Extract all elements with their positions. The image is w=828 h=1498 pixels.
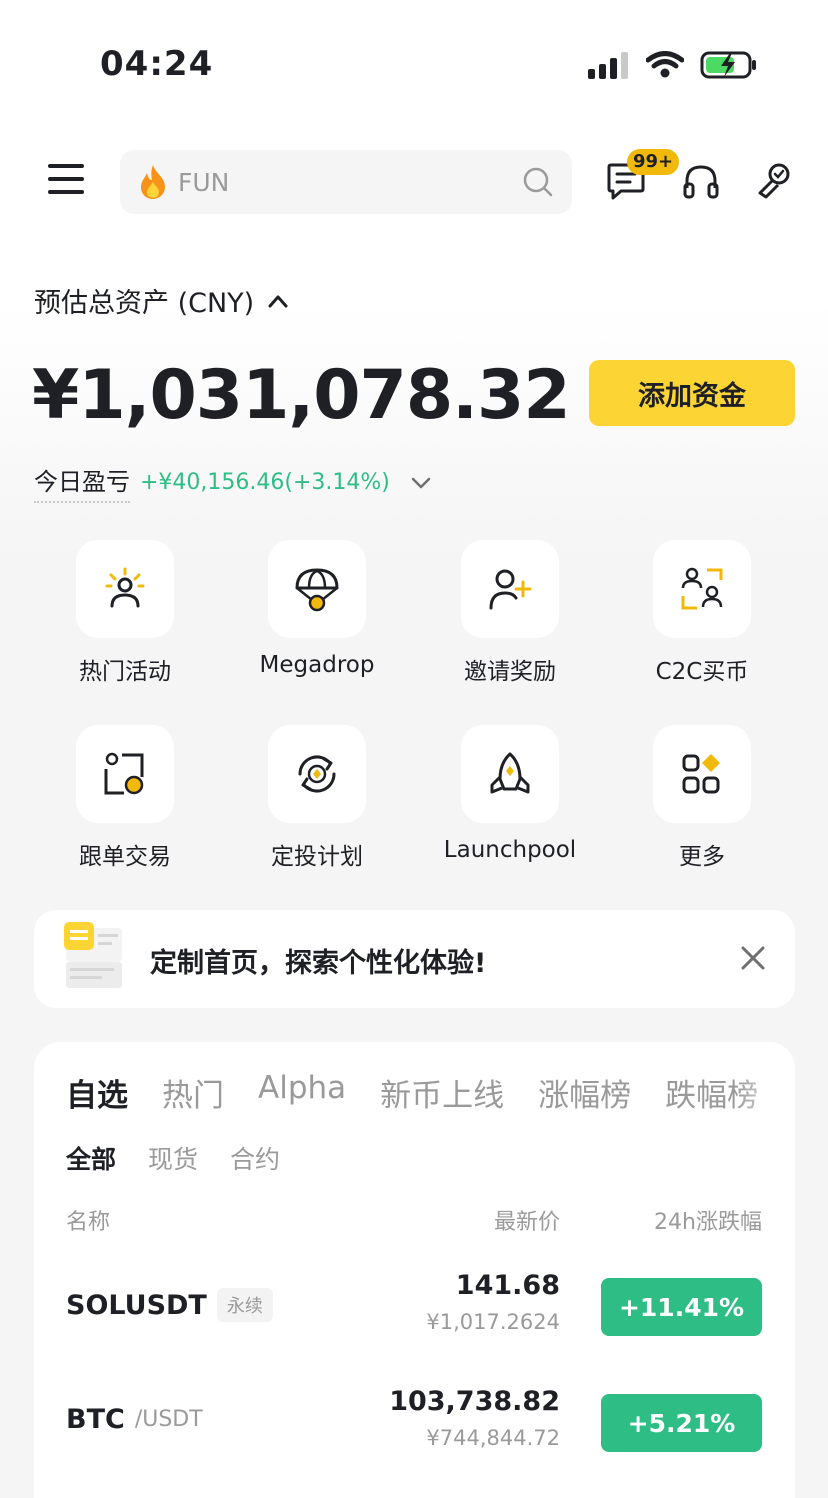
market-row[interactable]: BTC /USDT 103,738.82 ¥744,844.72 +5.21% — [34, 1386, 795, 1486]
wifi-icon — [646, 51, 684, 78]
perpetual-tag: 永续 — [216, 1288, 273, 1322]
shortcut-label: Launchpool — [443, 837, 577, 863]
status-icons — [588, 50, 758, 80]
copy-trade-icon — [104, 752, 144, 795]
chevron-up-icon[interactable] — [268, 294, 288, 308]
c2c-icon — [681, 567, 723, 610]
symbol-name: SOLUSDT — [66, 1289, 207, 1321]
battery-charging-icon — [700, 51, 756, 79]
estimated-assets-label[interactable]: 预估总资产 (CNY) — [34, 281, 288, 320]
last-price: 141.68 — [455, 1270, 560, 1301]
shortcut-megadrop[interactable]: Megadrop — [227, 540, 407, 678]
search-bar[interactable]: FUN — [120, 150, 572, 214]
parachute-icon — [295, 568, 339, 612]
add-funds-button[interactable]: 添加资金 — [589, 360, 795, 426]
column-header-name[interactable]: 名称 — [66, 1204, 110, 1236]
quote-suffix: /USDT — [134, 1407, 203, 1432]
subtab-futures[interactable]: 合约 — [230, 1140, 280, 1176]
last-price: 103,738.82 — [389, 1386, 560, 1417]
hot-activity-icon — [105, 567, 145, 608]
shortcut-label: 热门活动 — [79, 659, 171, 685]
message-badge: 99+ — [627, 149, 680, 175]
pnl-label: 今日盈亏 — [34, 462, 130, 503]
market-sub-tabs: 全部 现货 合约 — [66, 1140, 280, 1176]
shortcut-invite[interactable]: 邀请奖励 — [420, 540, 600, 686]
market-row[interactable]: SOLUSDT 永续 141.68 ¥1,017.2624 +11.41% — [34, 1270, 795, 1370]
tab-hot[interactable]: 热门 — [162, 1070, 224, 1115]
close-icon[interactable] — [740, 945, 766, 971]
shortcut-hot-activity[interactable]: 热门活动 — [35, 540, 215, 686]
shortcut-label: 更多 — [679, 844, 725, 870]
last-price-cny: ¥744,844.72 — [426, 1426, 560, 1450]
shortcut-recurring-buy[interactable]: 定投计划 — [227, 725, 407, 871]
shortcut-c2c[interactable]: C2C买币 — [612, 540, 792, 686]
total-assets-value: ¥1,031,078.32 — [32, 356, 571, 435]
status-time: 04:24 — [100, 44, 214, 84]
last-price-cny: ¥1,017.2624 — [426, 1310, 560, 1334]
shortcut-label: 邀请奖励 — [464, 659, 556, 685]
subtab-spot[interactable]: 现货 — [148, 1140, 198, 1176]
tab-favorites[interactable]: 自选 — [66, 1070, 128, 1115]
cellular-signal-icon — [588, 52, 628, 79]
shortcut-label: 定投计划 — [271, 844, 363, 870]
symbol-name: BTC — [66, 1404, 125, 1435]
column-header-change[interactable]: 24h涨跌幅 — [654, 1204, 762, 1236]
shortcut-label: 跟单交易 — [79, 844, 171, 870]
market-tabs: 自选 热门 Alpha 新币上线 涨幅榜 跌幅榜 — [66, 1070, 758, 1115]
change-badge[interactable]: +5.21% — [601, 1394, 762, 1452]
row-symbol: SOLUSDT 永续 — [66, 1288, 273, 1322]
search-input[interactable]: FUN — [178, 168, 229, 197]
recurring-buy-icon — [298, 755, 336, 793]
assets-label-text: 预估总资产 (CNY) — [34, 288, 255, 319]
shortcut-label: C2C买币 — [655, 659, 749, 685]
tab-alpha[interactable]: Alpha — [258, 1070, 346, 1115]
row-symbol: BTC /USDT — [66, 1404, 203, 1435]
tab-gainers[interactable]: 涨幅榜 — [538, 1070, 631, 1115]
change-badge[interactable]: +11.41% — [601, 1278, 762, 1336]
today-pnl[interactable]: 今日盈亏 +¥40,156.46(+3.14%) — [34, 462, 432, 503]
tab-fade-overlay — [735, 1062, 795, 1122]
shortcut-launchpool[interactable]: Launchpool — [420, 725, 600, 863]
subtab-all[interactable]: 全部 — [66, 1140, 116, 1176]
tab-new-listings[interactable]: 新币上线 — [380, 1070, 504, 1115]
shortcut-more[interactable]: 更多 — [612, 725, 792, 871]
referral-icon[interactable] — [756, 160, 796, 202]
more-grid-icon — [682, 754, 720, 794]
pnl-value: +¥40,156.46(+3.14%) — [140, 470, 390, 495]
chevron-down-icon[interactable] — [410, 476, 432, 490]
market-card: 自选 热门 Alpha 新币上线 涨幅榜 跌幅榜 全部 现货 合约 名称 最新价… — [34, 1042, 795, 1498]
headset-icon[interactable] — [682, 162, 720, 202]
search-icon[interactable] — [522, 166, 554, 198]
invite-user-icon — [489, 569, 532, 610]
shortcut-label: Megadrop — [259, 652, 375, 678]
menu-icon[interactable] — [48, 164, 86, 200]
fire-icon — [141, 165, 165, 199]
column-header-price[interactable]: 最新价 — [494, 1204, 560, 1236]
banner-text: 定制首页，探索个性化体验! — [150, 948, 487, 979]
customize-home-banner[interactable]: 定制首页，探索个性化体验! — [34, 910, 795, 1008]
customize-illustration-icon — [64, 922, 122, 988]
rocket-icon — [490, 752, 530, 794]
shortcut-copy-trade[interactable]: 跟单交易 — [35, 725, 215, 871]
